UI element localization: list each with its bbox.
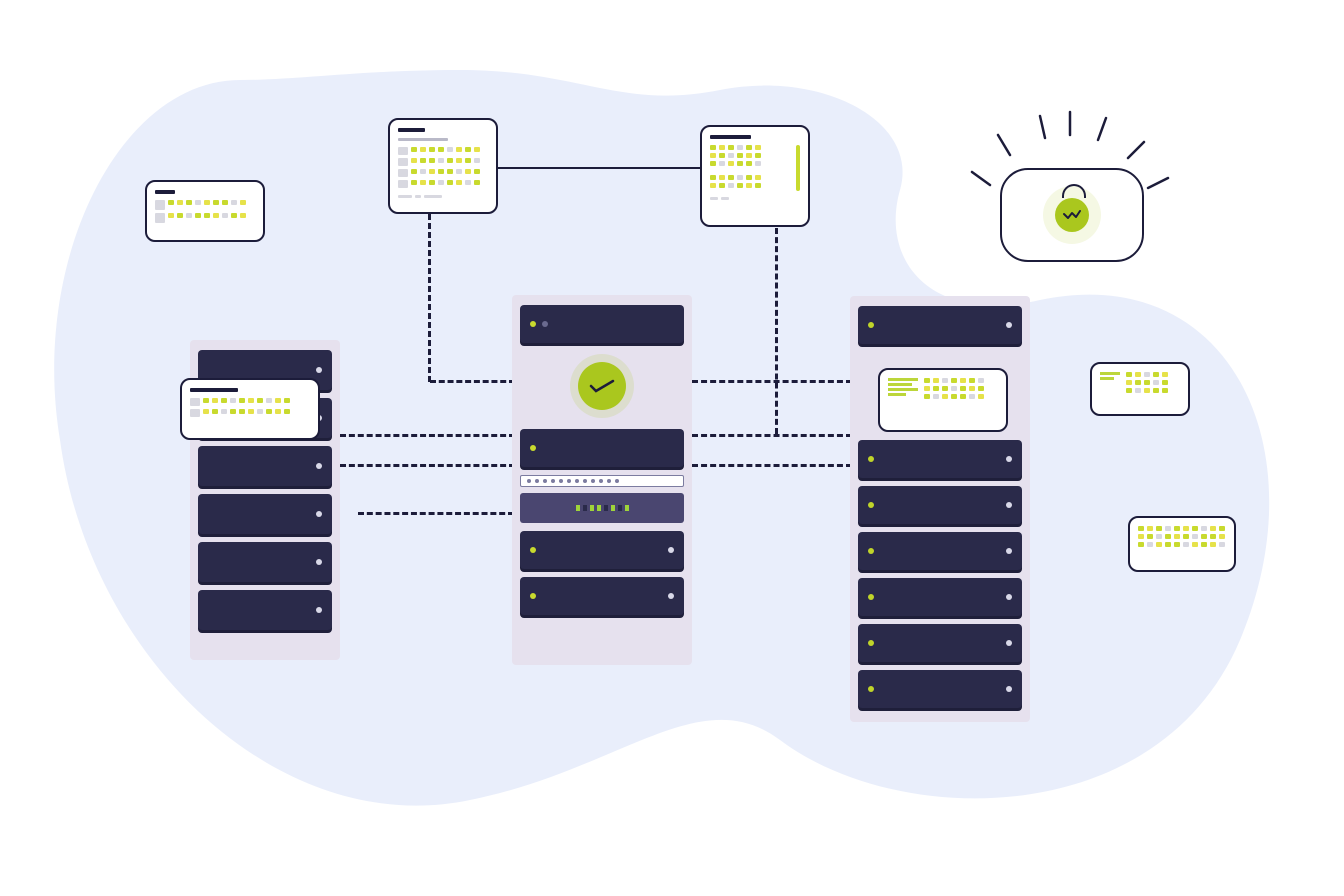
rack-unit	[858, 624, 1022, 662]
rack-unit	[198, 590, 332, 630]
rack-unit	[520, 305, 684, 343]
edge-mid-right-2	[692, 434, 852, 437]
dashboard-top-right	[700, 125, 810, 227]
switch-strip	[520, 475, 684, 487]
edge-mid-right-3	[692, 464, 852, 467]
rack-unit	[858, 440, 1022, 478]
check-badge-icon	[578, 362, 626, 410]
rack-badge-slot	[520, 351, 684, 421]
patch-panel	[520, 475, 684, 523]
rack-unit	[520, 429, 684, 467]
dashboard-side-2	[1128, 516, 1236, 572]
server-rack-middle	[512, 295, 692, 665]
edge-left-mid-2	[340, 464, 515, 467]
dashboard-far-left	[145, 180, 265, 242]
rack-unit	[858, 670, 1022, 708]
rack-unit	[858, 532, 1022, 570]
rack-unit	[520, 577, 684, 615]
rack-unit	[858, 578, 1022, 616]
edge-dashboardTR-down	[775, 228, 778, 434]
edge-mid-right-1	[692, 380, 852, 383]
edge-dashboardTL-to-mid-h	[430, 380, 515, 383]
patch-row	[520, 493, 684, 523]
rack-unit	[858, 306, 1022, 344]
rack-unit	[198, 542, 332, 582]
dashboard-overlay-left	[180, 378, 320, 440]
dashboard-side-1	[1090, 362, 1190, 416]
edge-dashboardTL-to-mid-v	[428, 214, 431, 382]
edge-left-mid-3	[358, 512, 514, 515]
dashboard-overlay-right	[878, 368, 1008, 432]
infrastructure-diagram: .row i { width:6px; height:5px; border-r…	[0, 0, 1344, 896]
rack-unit	[858, 486, 1022, 524]
edge-solid-top	[498, 167, 702, 169]
rack-unit	[520, 531, 684, 569]
rack-unit	[198, 446, 332, 486]
server-rack-right	[850, 296, 1030, 722]
dashboard-top-left	[388, 118, 498, 214]
rack-unit	[198, 494, 332, 534]
cloud-rays-icon	[960, 110, 1180, 230]
edge-left-mid-1	[340, 434, 515, 437]
